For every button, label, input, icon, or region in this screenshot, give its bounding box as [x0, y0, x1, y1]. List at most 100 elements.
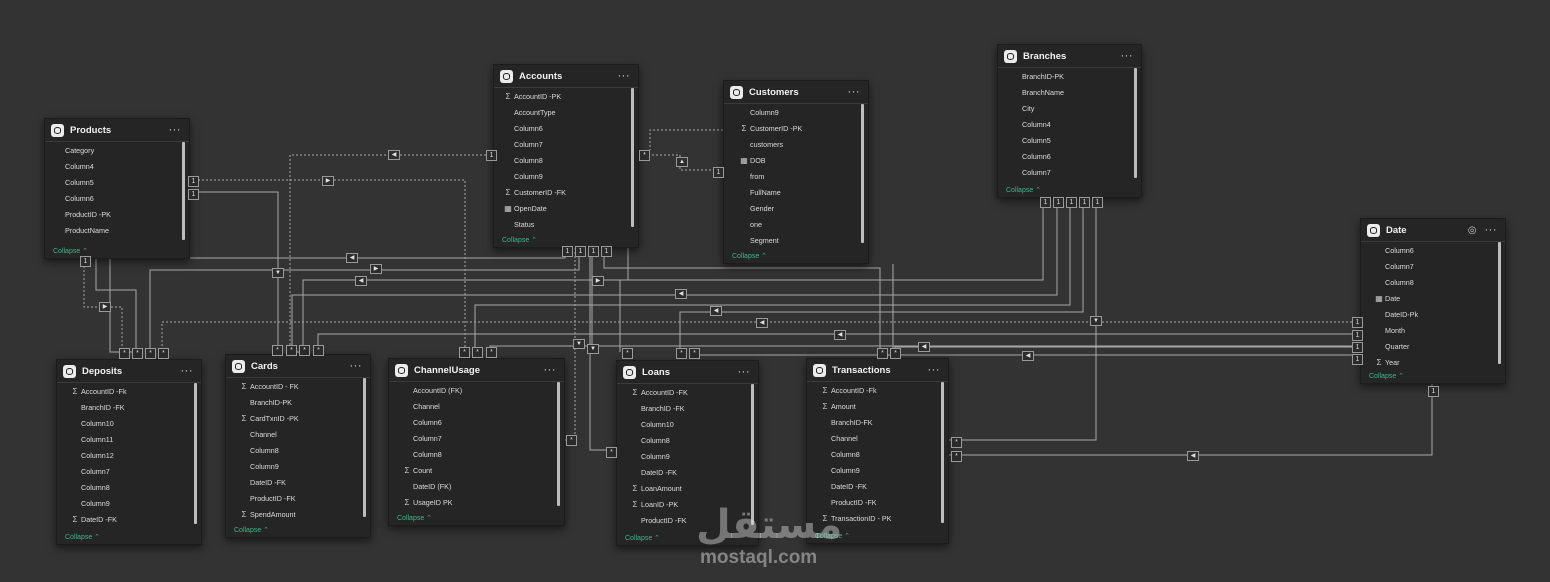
more-options-icon[interactable]: ···: [738, 366, 751, 378]
table-card-products[interactable]: Products ··· Category Column4 Column5 Column6…: [44, 118, 190, 259]
column-item[interactable]: Column8: [401, 446, 554, 462]
column-item[interactable]: ▦ Date: [1373, 290, 1495, 306]
column-item[interactable]: Column10: [629, 416, 748, 432]
scrollbar[interactable]: [1134, 68, 1137, 178]
column-item[interactable]: Column10: [69, 415, 191, 431]
column-item[interactable]: Column7: [69, 463, 191, 479]
column-item[interactable]: Σ AccountID -FK: [629, 384, 748, 400]
column-item[interactable]: DateID -FK: [238, 474, 360, 490]
column-item[interactable]: Column6: [1010, 148, 1131, 164]
column-item[interactable]: Σ CustomerID -FK: [502, 184, 628, 200]
collapse-button[interactable]: Collapse ⌃: [502, 236, 537, 244]
more-options-icon[interactable]: ···: [618, 70, 631, 82]
column-list[interactable]: Column9 Σ CustomerID -PK customers ▦ DOB from F…: [724, 104, 868, 250]
table-header[interactable]: Customers ···: [724, 81, 868, 104]
column-list[interactable]: Column6 Column7 Column8 ▦ Date DateID-Pk Month…: [1361, 242, 1505, 370]
table-card-branches[interactable]: Branches ··· BranchID-PK BranchName City Colu…: [997, 44, 1142, 198]
column-item[interactable]: one: [738, 216, 858, 232]
column-item[interactable]: Channel: [238, 426, 360, 442]
column-item[interactable]: Σ SpendAmount: [238, 506, 360, 522]
column-item[interactable]: Column7: [502, 136, 628, 152]
more-options-icon[interactable]: ···: [1485, 224, 1498, 236]
column-item[interactable]: Channel: [401, 398, 554, 414]
column-list[interactable]: Σ AccountID -PK AccountType Column6 Column7 C…: [494, 88, 638, 234]
collapse-button[interactable]: Collapse ⌃: [65, 533, 100, 541]
scrollbar[interactable]: [1498, 242, 1501, 364]
column-item[interactable]: customers: [738, 136, 858, 152]
column-item[interactable]: Column11: [69, 431, 191, 447]
more-options-icon[interactable]: ···: [169, 124, 182, 136]
relationship-line[interactable]: [109, 248, 566, 353]
column-item[interactable]: ProductID -FK: [238, 490, 360, 506]
column-list[interactable]: AccountID (FK) Channel Column6 Column7 Colum…: [389, 382, 564, 512]
column-item[interactable]: FullName: [738, 184, 858, 200]
column-item[interactable]: BranchID-FK: [819, 414, 938, 430]
column-item[interactable]: Column8: [238, 442, 360, 458]
relationship-line[interactable]: [894, 346, 1356, 352]
table-header[interactable]: Branches ···: [998, 45, 1141, 68]
column-item[interactable]: Σ Year: [1373, 354, 1495, 370]
table-header[interactable]: ChannelUsage ···: [389, 359, 564, 382]
column-item[interactable]: Σ AccountID -Fk: [819, 382, 938, 398]
more-options-icon[interactable]: ···: [848, 86, 861, 98]
scrollbar[interactable]: [182, 142, 185, 240]
column-item[interactable]: DateID -FK: [819, 478, 938, 494]
column-item[interactable]: Channel: [819, 430, 938, 446]
column-item[interactable]: Column8: [1373, 274, 1495, 290]
more-options-icon[interactable]: ···: [928, 364, 941, 376]
column-item[interactable]: Status: [502, 216, 628, 232]
column-item[interactable]: Column9: [502, 168, 628, 184]
column-item[interactable]: Σ AccountID -Fk: [69, 383, 191, 399]
table-card-customers[interactable]: Customers ··· Column9 Σ CustomerID -PK custom…: [723, 80, 869, 264]
more-options-icon[interactable]: ···: [544, 364, 557, 376]
column-item[interactable]: BranchID-PK: [1010, 68, 1131, 84]
column-item[interactable]: Column7: [1010, 164, 1131, 180]
column-item[interactable]: Column6: [53, 190, 179, 206]
column-item[interactable]: Category: [53, 142, 179, 158]
table-header[interactable]: Deposits ···: [57, 360, 201, 383]
column-item[interactable]: Column9: [629, 448, 748, 464]
column-item[interactable]: Column7: [1373, 258, 1495, 274]
relationship-line[interactable]: [649, 129, 723, 150]
relationship-line[interactable]: [949, 384, 1433, 456]
relationship-line[interactable]: [949, 198, 1097, 441]
table-header[interactable]: Accounts ···: [494, 65, 638, 88]
column-item[interactable]: Σ Amount: [819, 398, 938, 414]
column-item[interactable]: Column8: [502, 152, 628, 168]
column-item[interactable]: Σ AccountID -PK: [502, 88, 628, 104]
column-item[interactable]: Σ CustomerID -PK: [738, 120, 858, 136]
column-item[interactable]: Σ Count: [401, 462, 554, 478]
column-item[interactable]: Column4: [53, 158, 179, 174]
scrollbar[interactable]: [941, 382, 944, 523]
column-item[interactable]: Column4: [1010, 116, 1131, 132]
column-item[interactable]: ProductName: [53, 222, 179, 238]
column-item[interactable]: AccountID (FK): [401, 382, 554, 398]
column-item[interactable]: Month: [1373, 322, 1495, 338]
column-item[interactable]: Column12: [69, 447, 191, 463]
more-options-icon[interactable]: ···: [1121, 50, 1134, 62]
column-item[interactable]: ProductID -PK: [53, 206, 179, 222]
table-header[interactable]: Date ◎ ···: [1361, 219, 1505, 242]
column-list[interactable]: Σ AccountID - FK BranchID-PK Σ CardTxnID -PK…: [226, 378, 370, 524]
column-item[interactable]: Σ LoanAmount: [629, 480, 748, 496]
table-card-accounts[interactable]: Accounts ··· Σ AccountID -PK AccountType Colu…: [493, 64, 639, 248]
scrollbar[interactable]: [194, 383, 197, 524]
scrollbar[interactable]: [557, 382, 560, 506]
collapse-button[interactable]: Collapse ⌃: [732, 252, 767, 260]
column-item[interactable]: Column5: [53, 174, 179, 190]
scrollbar[interactable]: [861, 104, 864, 243]
column-item[interactable]: Column6: [401, 414, 554, 430]
column-item[interactable]: ▦ OpenDate: [502, 200, 628, 216]
relationship-line[interactable]: [291, 198, 1058, 352]
column-list[interactable]: BranchID-PK BranchName City Column4 Column5 C…: [998, 68, 1141, 184]
visibility-eye-icon[interactable]: ◎: [1468, 225, 1477, 236]
scrollbar[interactable]: [631, 88, 634, 227]
column-item[interactable]: Segment: [738, 232, 858, 248]
relationship-line[interactable]: [190, 179, 466, 352]
table-card-channelusage[interactable]: ChannelUsage ··· AccountID (FK) Channel Colu…: [388, 358, 565, 526]
column-item[interactable]: Column6: [1373, 242, 1495, 258]
collapse-button[interactable]: Collapse ⌃: [1006, 186, 1041, 194]
column-item[interactable]: ▦ DOB: [738, 152, 858, 168]
column-item[interactable]: Column9: [238, 458, 360, 474]
column-list[interactable]: Category Column4 Column5 Column6 ProductID -…: [45, 142, 189, 245]
